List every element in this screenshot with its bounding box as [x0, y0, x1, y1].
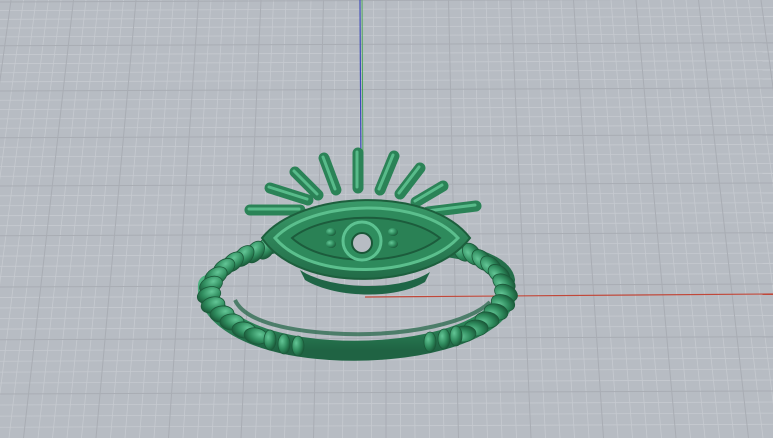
grid-minor-line [226, 0, 249, 438]
y-axis-line [361, 0, 364, 176]
grid-minor-line [735, 0, 773, 293]
band-bead-front [277, 333, 291, 355]
grid-minor-line [66, 0, 112, 438]
grid-minor-line [710, 0, 764, 438]
eye-dot-left-top [326, 228, 336, 236]
grid-minor-line [473, 0, 488, 438]
grid-minor-line [548, 0, 575, 438]
grid-minor-line [660, 0, 706, 438]
grid-minor-line [37, 0, 87, 438]
perspective-viewport[interactable] [0, 0, 773, 438]
grid-minor-line [598, 0, 633, 438]
grid-major-line [168, 0, 199, 438]
viewport-canvas[interactable] [0, 0, 773, 438]
grid-minor-line [585, 0, 619, 438]
grid-minor-line [560, 0, 590, 438]
grid-minor-line [153, 0, 187, 438]
band-bead-front [437, 328, 451, 350]
grid-minor-line [673, 0, 720, 438]
grid-minor-line [460, 0, 474, 438]
eye-dot-right-top [388, 228, 398, 236]
grid-minor-line [182, 0, 212, 438]
grid-minor-line [211, 0, 237, 438]
eye-dot-right-bottom [388, 240, 398, 248]
grid-minor-line [523, 0, 546, 438]
band-bead-front [263, 329, 277, 351]
grid-minor-line [485, 0, 503, 438]
band-bead-front [449, 325, 463, 347]
grid-minor-line [197, 0, 224, 438]
band-bead-front [291, 335, 305, 357]
grid-minor-line [535, 0, 561, 438]
eye-dot-left-bottom [326, 240, 336, 248]
pupil-hole [351, 232, 373, 254]
grid-minor-line [685, 0, 735, 438]
band-bead-front [423, 331, 437, 353]
grid-major-line [760, 0, 773, 92]
grid-minor-line [723, 0, 773, 405]
grid-major-line [698, 0, 749, 438]
grid-minor-line [52, 0, 99, 438]
grid-minor-line [139, 0, 174, 438]
grid-major-line [573, 0, 604, 438]
